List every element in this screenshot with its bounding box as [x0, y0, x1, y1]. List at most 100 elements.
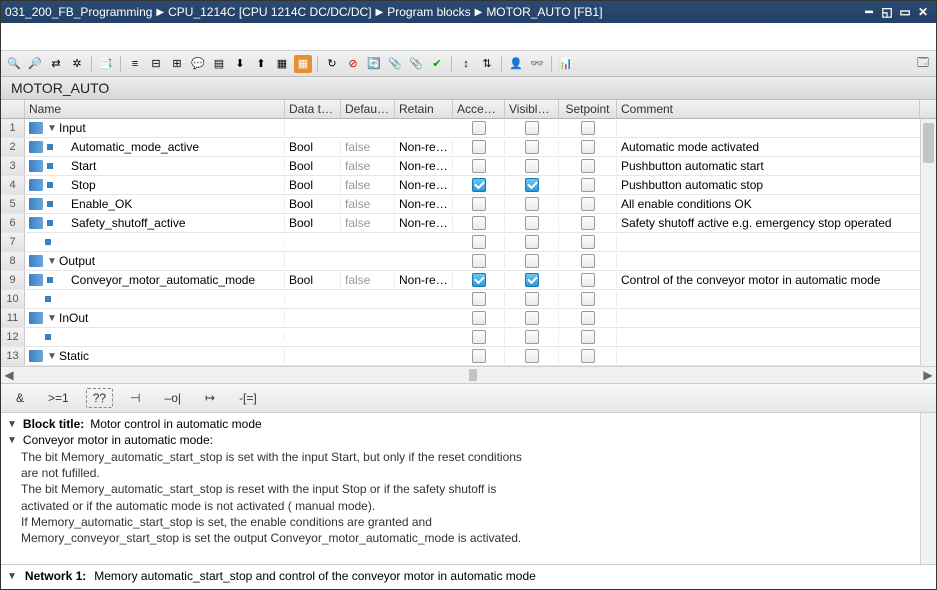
- row-default[interactable]: [341, 260, 395, 262]
- toolbar-btn[interactable]: ▦: [273, 55, 291, 73]
- toolbar-btn[interactable]: 🔍: [5, 55, 23, 73]
- vertical-scrollbar[interactable]: [920, 413, 936, 564]
- row-name[interactable]: Safety_shutoff_active: [25, 215, 285, 231]
- row-default[interactable]: false: [341, 158, 395, 174]
- row-type[interactable]: Bool: [285, 177, 341, 193]
- row-type[interactable]: [285, 298, 341, 300]
- row-comment[interactable]: [617, 260, 920, 262]
- checkbox[interactable]: [525, 349, 539, 363]
- row-name[interactable]: ▼ Output: [25, 253, 285, 269]
- checkbox[interactable]: [581, 121, 595, 135]
- vertical-scrollbar[interactable]: [920, 119, 936, 366]
- toolbar-btn[interactable]: ⊘: [344, 55, 362, 73]
- row-retain[interactable]: Non-ret...: [395, 272, 453, 288]
- row-type[interactable]: [285, 260, 341, 262]
- toolbar-btn[interactable]: 📊: [557, 55, 575, 73]
- row-retain[interactable]: [395, 355, 453, 357]
- breadcrumb-item[interactable]: MOTOR_AUTO [FB1]: [486, 5, 602, 19]
- row-type[interactable]: [285, 317, 341, 319]
- checkbox[interactable]: [525, 235, 539, 249]
- checkbox[interactable]: [472, 140, 486, 154]
- row-name[interactable]: Stop: [25, 177, 285, 193]
- checkbox[interactable]: [581, 140, 595, 154]
- logic-ncontact-btn[interactable]: –o|: [158, 388, 188, 408]
- row-type[interactable]: Bool: [285, 139, 341, 155]
- row-default[interactable]: false: [341, 272, 395, 288]
- checkbox[interactable]: [525, 121, 539, 135]
- checkbox[interactable]: [472, 178, 486, 192]
- col-comment[interactable]: Comment: [617, 100, 920, 118]
- tree-toggle-icon[interactable]: ▼: [47, 313, 57, 324]
- checkbox[interactable]: [525, 178, 539, 192]
- minimize-icon[interactable]: ━: [862, 5, 876, 19]
- row-default[interactable]: [341, 298, 395, 300]
- table-row[interactable]: 12: [1, 328, 936, 347]
- tree-toggle-icon[interactable]: ▼: [47, 256, 57, 267]
- collapse-toggle[interactable]: ▼: [7, 419, 17, 430]
- checkbox[interactable]: [525, 311, 539, 325]
- checkbox[interactable]: [472, 349, 486, 363]
- checkbox[interactable]: [581, 273, 595, 287]
- row-name[interactable]: Conveyor_motor_automatic_mode: [25, 272, 285, 288]
- row-type[interactable]: [285, 336, 341, 338]
- toolbar-btn[interactable]: 📎: [407, 55, 425, 73]
- toolbar-btn[interactable]: ↻: [323, 55, 341, 73]
- restore-icon[interactable]: ◱: [880, 5, 894, 19]
- row-retain[interactable]: Non-ret...: [395, 196, 453, 212]
- row-default[interactable]: [341, 241, 395, 243]
- table-row[interactable]: 6Safety_shutoff_activeBoolfalseNon-ret..…: [1, 214, 936, 233]
- row-default[interactable]: [341, 355, 395, 357]
- row-type[interactable]: [285, 355, 341, 357]
- checkbox[interactable]: [525, 216, 539, 230]
- close-icon[interactable]: ✕: [916, 5, 930, 19]
- logic-coil-btn[interactable]: ↦: [198, 388, 222, 408]
- toolbar-btn[interactable]: 🗔: [914, 55, 932, 73]
- row-name[interactable]: ▼ InOut: [25, 310, 285, 326]
- col-default[interactable]: Default...: [341, 100, 395, 118]
- logic-and-btn[interactable]: &: [9, 388, 31, 408]
- toolbar-btn[interactable]: ⇄: [47, 55, 65, 73]
- row-name[interactable]: ▼ Input: [25, 120, 285, 136]
- row-comment[interactable]: Control of the conveyor motor in automat…: [617, 272, 920, 288]
- toolbar-btn[interactable]: 💬: [189, 55, 207, 73]
- toolbar-btn[interactable]: ⬇: [231, 55, 249, 73]
- checkbox[interactable]: [525, 273, 539, 287]
- checkbox[interactable]: [472, 159, 486, 173]
- logic-contact-btn[interactable]: ⊣: [123, 388, 147, 408]
- row-name[interactable]: Automatic_mode_active: [25, 139, 285, 155]
- maximize-icon[interactable]: ▭: [898, 5, 912, 19]
- row-type[interactable]: [285, 241, 341, 243]
- checkbox[interactable]: [472, 311, 486, 325]
- table-row[interactable]: 11▼ InOut: [1, 309, 936, 328]
- checkbox[interactable]: [581, 311, 595, 325]
- checkbox[interactable]: [581, 197, 595, 211]
- row-comment[interactable]: [617, 336, 920, 338]
- checkbox[interactable]: [472, 216, 486, 230]
- row-type[interactable]: Bool: [285, 215, 341, 231]
- row-comment[interactable]: Automatic mode activated: [617, 139, 920, 155]
- checkbox[interactable]: [472, 292, 486, 306]
- table-row[interactable]: 9Conveyor_motor_automatic_modeBoolfalseN…: [1, 271, 936, 290]
- checkbox[interactable]: [525, 292, 539, 306]
- row-retain[interactable]: [395, 241, 453, 243]
- logic-or-btn[interactable]: >=1: [41, 388, 76, 408]
- logic-assign-btn[interactable]: -[=]: [232, 388, 264, 408]
- logic-unknown-btn[interactable]: ??: [86, 388, 113, 408]
- toolbar-btn[interactable]: ≡: [126, 55, 144, 73]
- checkbox[interactable]: [472, 273, 486, 287]
- breadcrumb-item[interactable]: 031_200_FB_Programming: [5, 5, 152, 19]
- row-comment[interactable]: [617, 241, 920, 243]
- row-default[interactable]: false: [341, 139, 395, 155]
- breadcrumb-item[interactable]: CPU_1214C [CPU 1214C DC/DC/DC]: [168, 5, 371, 19]
- row-retain[interactable]: Non-ret...: [395, 139, 453, 155]
- checkbox[interactable]: [581, 330, 595, 344]
- toolbar-btn[interactable]: 👤: [507, 55, 525, 73]
- checkbox[interactable]: [581, 292, 595, 306]
- collapse-toggle[interactable]: ▼: [7, 435, 17, 446]
- table-row[interactable]: 8▼ Output: [1, 252, 936, 271]
- toolbar-btn[interactable]: ▤: [210, 55, 228, 73]
- toolbar-btn[interactable]: 📑: [97, 55, 115, 73]
- toolbar-btn[interactable]: ⊟: [147, 55, 165, 73]
- toolbar-btn[interactable]: ▦: [294, 55, 312, 73]
- block-title-value[interactable]: Motor control in automatic mode: [90, 417, 261, 431]
